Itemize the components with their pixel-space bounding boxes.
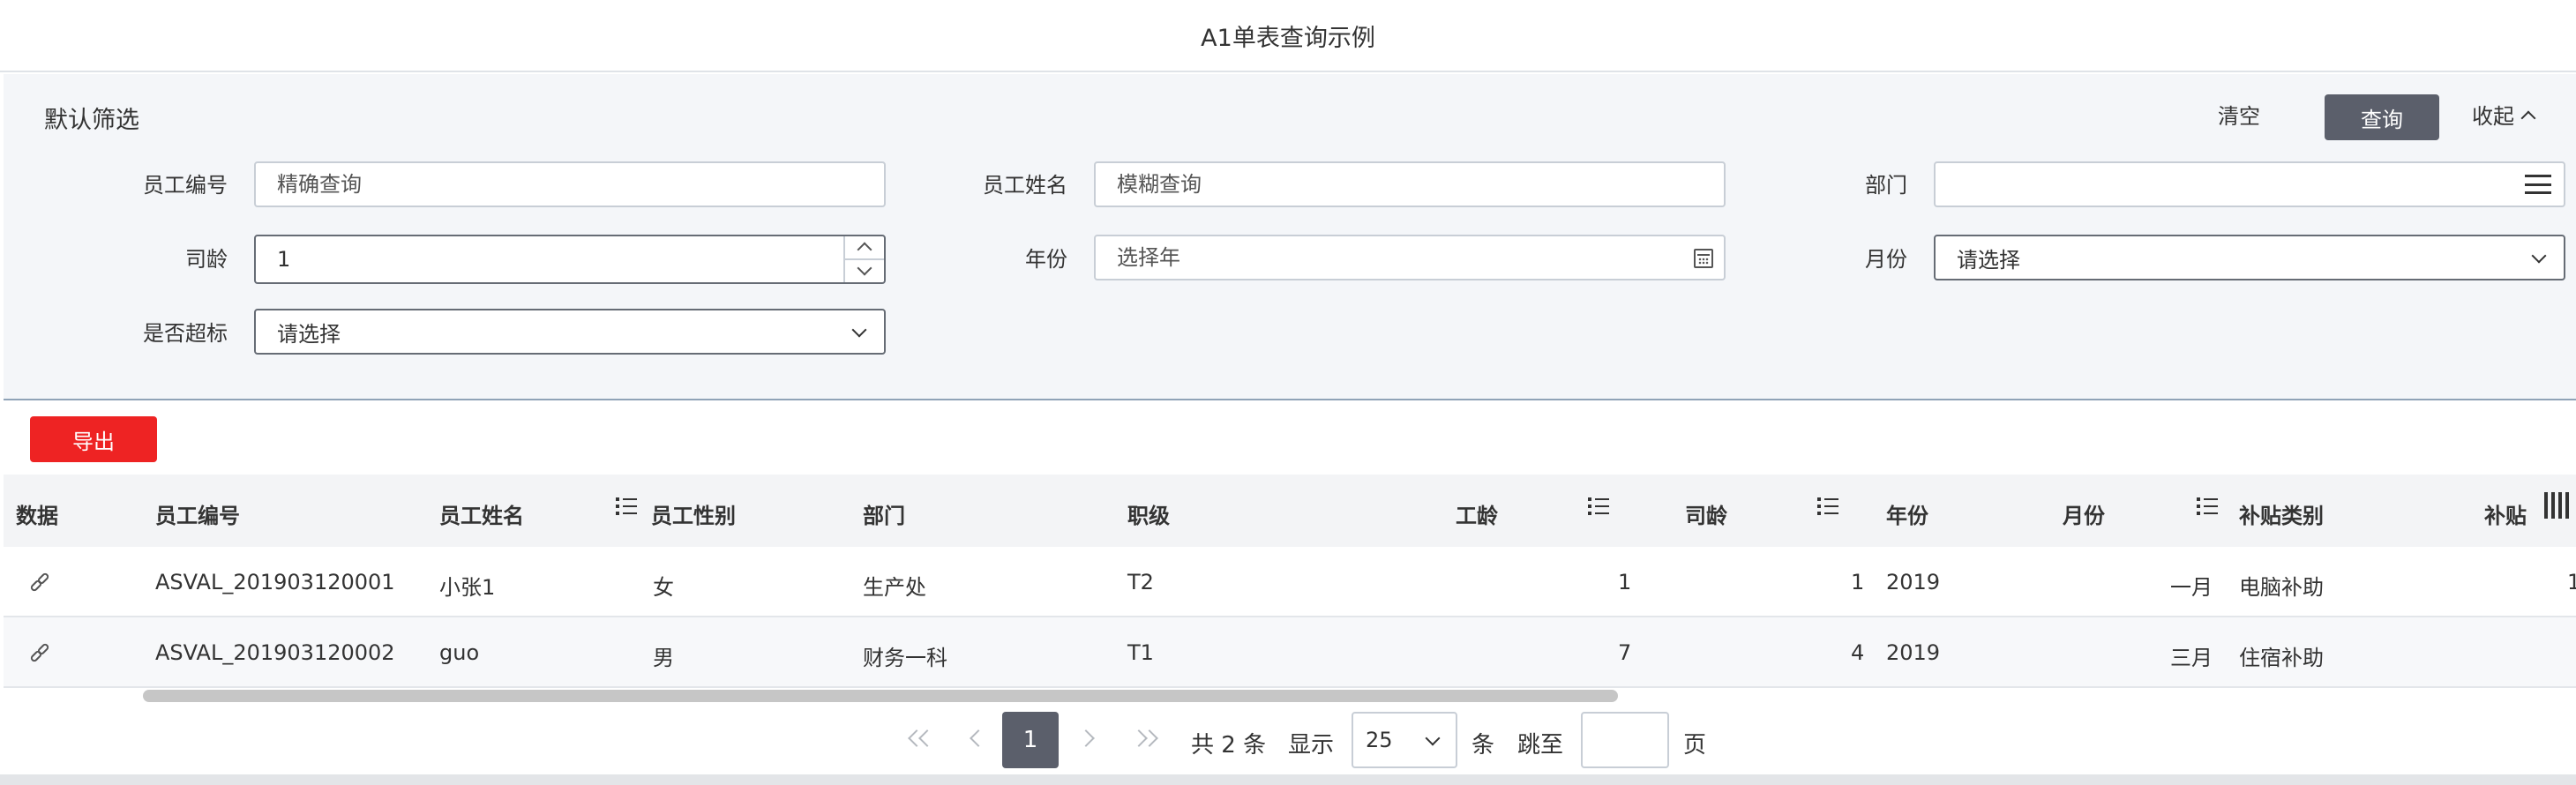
- cell-month: 三月: [2170, 646, 2213, 670]
- header-emp-name[interactable]: 员工姓名: [439, 498, 524, 529]
- data-table: 数据 员工编号 员工姓名 员工性别 部门 职级 工龄 司龄 年份 月份 补贴类别…: [4, 475, 2576, 688]
- cell-emp-no: ASVAL_201903120001: [155, 570, 395, 594]
- cell-year: 2019: [1886, 570, 1941, 594]
- stepper-up-icon[interactable]: [845, 236, 884, 260]
- table-row[interactable]: ASVAL_201903120001 小张1 女 生产处 T2 1 1 2019…: [4, 547, 2576, 617]
- column-filter-icon[interactable]: [1588, 497, 1609, 515]
- cell-gender: 女: [653, 575, 674, 600]
- header-dept[interactable]: 部门: [863, 498, 905, 529]
- header-year[interactable]: 年份: [1886, 498, 1928, 529]
- cell-emp-name: 小张1: [439, 575, 496, 600]
- link-icon[interactable]: [28, 642, 53, 663]
- cell-work-years: 7: [1618, 640, 1632, 665]
- filter-title: 默认筛选: [44, 107, 139, 134]
- cell-year: 2019: [1886, 640, 1941, 665]
- dept-label: 部门: [1865, 173, 1907, 198]
- cell-emp-no: ASVAL_201903120002: [155, 640, 395, 665]
- stepper-controls: [843, 236, 884, 282]
- link-icon[interactable]: [28, 572, 53, 593]
- cell-month: 一月: [2170, 575, 2213, 600]
- chevron-down-icon: [2531, 248, 2547, 264]
- menu-icon[interactable]: [2525, 175, 2551, 194]
- emp-name-field[interactable]: [1094, 161, 1726, 207]
- column-filter-icon[interactable]: [1817, 497, 1838, 515]
- column-settings-icon[interactable]: [2544, 492, 2569, 519]
- total-count: 共 2 条: [1191, 732, 1267, 759]
- exceed-select[interactable]: 请选择: [254, 309, 886, 355]
- header-month[interactable]: 月份: [2063, 498, 2105, 529]
- month-label: 月份: [1865, 247, 1907, 272]
- first-page-icon-part[interactable]: [918, 729, 936, 747]
- cell-seniority: 4: [1851, 640, 1865, 665]
- header-emp-no[interactable]: 员工编号: [155, 498, 240, 529]
- header-subsidy[interactable]: 补贴: [2484, 498, 2527, 529]
- filter-header: 默认筛选 清空 查询 收起: [4, 74, 2576, 161]
- cell-rank: T1: [1127, 640, 1154, 665]
- header-rank[interactable]: 职级: [1127, 498, 1170, 529]
- page-title: A1单表查询示例: [1201, 24, 1375, 52]
- year-field[interactable]: [1094, 235, 1726, 280]
- dept-field[interactable]: [1934, 161, 2565, 207]
- export-button[interactable]: 导出: [30, 416, 157, 462]
- chevron-down-icon: [851, 322, 867, 338]
- cell-seniority: 1: [1851, 570, 1865, 594]
- show-label: 显示: [1288, 732, 1335, 759]
- column-filter-icon[interactable]: [616, 497, 637, 515]
- filter-panel: 默认筛选 清空 查询 收起 员工编号 员工姓名 部门 司龄 1 年份 月份 请选…: [4, 74, 2576, 400]
- unit-label: 条: [1471, 732, 1495, 759]
- chevron-down-icon: [1425, 730, 1441, 746]
- cell-subsidy: 1: [2567, 570, 2576, 594]
- emp-no-label: 员工编号: [143, 173, 228, 198]
- table-header: 数据 员工编号 员工姓名 员工性别 部门 职级 工龄 司龄 年份 月份 补贴类别…: [4, 475, 2576, 547]
- seniority-label: 司龄: [185, 247, 228, 272]
- header-seniority[interactable]: 司龄: [1685, 498, 1727, 529]
- month-select[interactable]: 请选择: [1934, 235, 2565, 280]
- cell-emp-name: guo: [439, 640, 480, 665]
- page-size-value: 25: [1366, 728, 1393, 752]
- year-input[interactable]: [1117, 245, 1724, 270]
- calendar-icon[interactable]: [1694, 249, 1713, 268]
- header-gender[interactable]: 员工性别: [651, 498, 736, 529]
- stepper-down-icon[interactable]: [845, 260, 884, 282]
- header-subsidy-type[interactable]: 补贴类别: [2239, 498, 2324, 529]
- cell-rank: T2: [1127, 570, 1154, 594]
- last-page-icon-part[interactable]: [1141, 729, 1158, 747]
- emp-no-input[interactable]: [277, 172, 884, 197]
- cell-subsidy-type: 住宿补助: [2239, 646, 2324, 670]
- next-page-icon[interactable]: [1077, 729, 1095, 747]
- header-data[interactable]: 数据: [16, 498, 58, 529]
- exceed-label: 是否超标: [143, 321, 228, 346]
- column-filter-icon[interactable]: [2197, 497, 2218, 515]
- page-label: 页: [1683, 732, 1707, 759]
- cell-dept: 生产处: [863, 575, 926, 600]
- seniority-value[interactable]: 1: [277, 247, 290, 272]
- exceed-select-value: 请选择: [277, 321, 341, 347]
- cell-dept: 财务一科: [863, 646, 947, 670]
- jump-page-input[interactable]: [1581, 712, 1669, 768]
- prev-page-icon[interactable]: [970, 729, 987, 747]
- collapse-button[interactable]: 收起: [2472, 99, 2536, 130]
- query-button[interactable]: 查询: [2325, 94, 2439, 140]
- cell-subsidy-type: 电脑补助: [2239, 575, 2324, 600]
- month-select-value: 请选择: [1957, 247, 2020, 273]
- collapse-label: 收起: [2472, 104, 2514, 129]
- chevron-up-icon: [2520, 110, 2536, 125]
- page-size-select[interactable]: 25: [1352, 712, 1457, 768]
- header-work-years[interactable]: 工龄: [1456, 498, 1498, 529]
- pagination: 1 共 2 条 显示 25 条 跳至 页: [0, 711, 2576, 768]
- seniority-stepper[interactable]: 1: [254, 235, 886, 284]
- bottom-strip: [0, 774, 2576, 785]
- emp-name-input[interactable]: [1117, 172, 1724, 197]
- cell-work-years: 1: [1618, 570, 1632, 594]
- clear-button[interactable]: 清空: [2218, 99, 2260, 130]
- emp-name-label: 员工姓名: [983, 173, 1067, 198]
- table-row[interactable]: ASVAL_201903120002 guo 男 财务一科 T1 7 4 201…: [4, 617, 2576, 688]
- jump-label: 跳至: [1517, 732, 1564, 759]
- title-bar: A1单表查询示例: [0, 0, 2576, 72]
- page-number-current[interactable]: 1: [1002, 712, 1059, 768]
- emp-no-field[interactable]: [254, 161, 886, 207]
- year-label: 年份: [1025, 247, 1067, 272]
- horizontal-scrollbar[interactable]: [143, 690, 1618, 702]
- cell-gender: 男: [653, 646, 674, 670]
